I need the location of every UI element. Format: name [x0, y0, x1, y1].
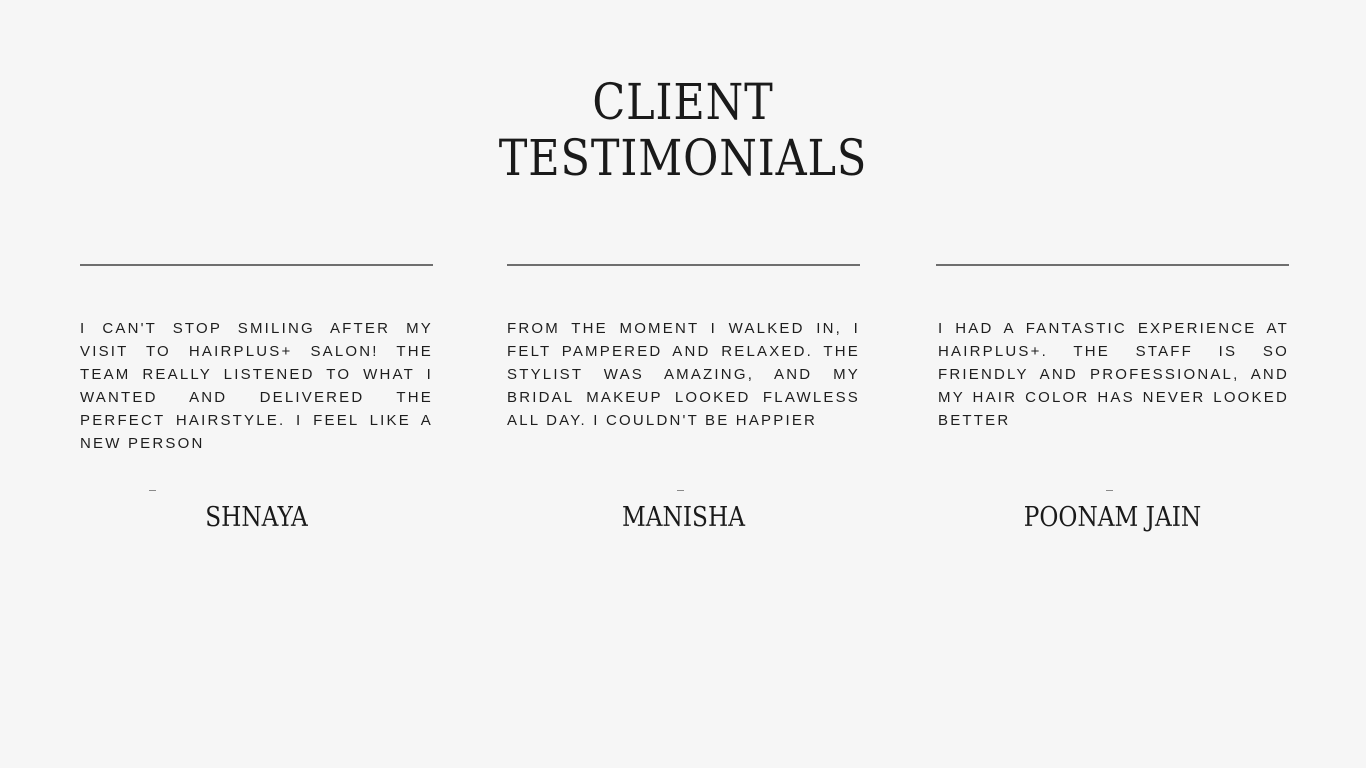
author-dash: [1106, 490, 1113, 491]
testimonial-card-shnaya: I can't stop smiling after my visit to H…: [80, 264, 433, 533]
testimonial-quote: From the moment I walked in, I felt pamp…: [507, 320, 860, 429]
section-title-line1: CLIENT: [592, 73, 774, 131]
testimonial-quote: I had a fantastic experience at Hairplus…: [938, 320, 1289, 429]
testimonial-divider: [80, 264, 433, 266]
testimonial-divider: [507, 264, 860, 266]
section-title-line2: TESTIMONIALS: [498, 129, 868, 187]
section-title: CLIENT TESTIMONIALS: [468, 74, 898, 186]
testimonial-divider: [936, 264, 1289, 266]
testimonial-author: POONAM JAIN: [1023, 502, 1202, 533]
testimonial-author: SHNAYA: [205, 502, 308, 533]
testimonial-quote: I can't stop smiling after my visit to H…: [80, 320, 433, 452]
testimonial-card-manisha: From the moment I walked in, I felt pamp…: [507, 264, 860, 533]
testimonial-author: MANISHA: [622, 502, 745, 533]
author-dash: [677, 490, 684, 491]
testimonial-card-poonam-jain: I had a fantastic experience at Hairplus…: [936, 264, 1289, 533]
author-dash: [149, 490, 156, 491]
